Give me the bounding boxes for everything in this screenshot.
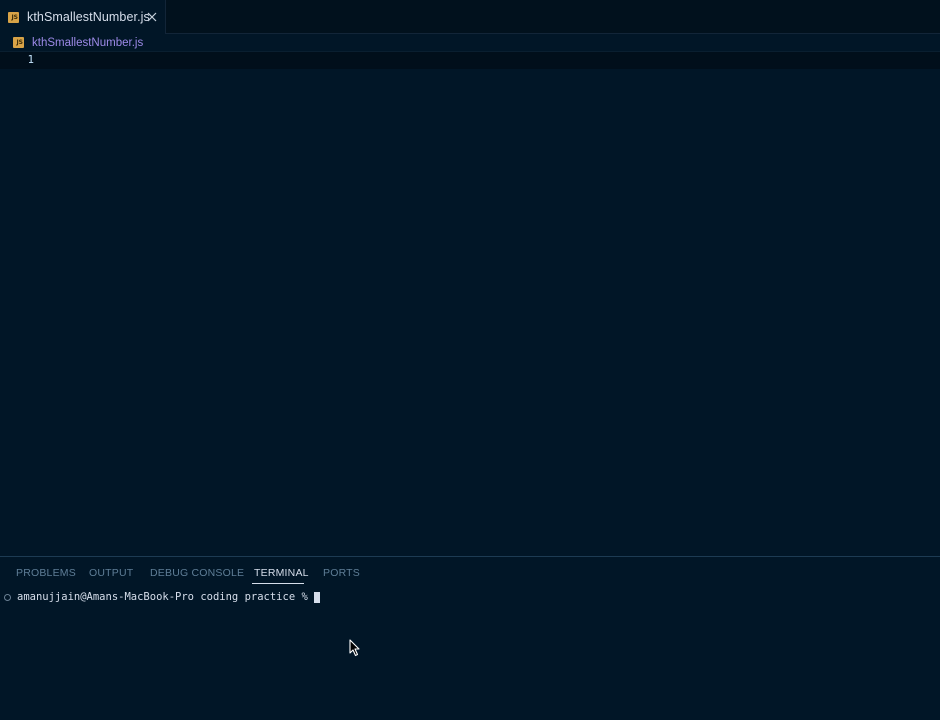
tab-ports[interactable]: PORTS bbox=[323, 567, 360, 579]
tab-terminal[interactable]: TERMINAL bbox=[254, 567, 309, 579]
current-line[interactable]: 1 bbox=[0, 52, 940, 69]
editor-tab-kthsmallestnumber[interactable]: JS kthSmallestNumber.js bbox=[0, 0, 166, 34]
close-icon[interactable] bbox=[145, 10, 159, 24]
terminal-prompt-line: amanujjain@Amans-MacBook-Pro coding prac… bbox=[4, 589, 320, 605]
tab-problems[interactable]: PROBLEMS bbox=[16, 567, 76, 579]
bottom-panel: PROBLEMS OUTPUT DEBUG CONSOLE TERMINAL P… bbox=[0, 556, 940, 720]
editor-tab-bar: JS kthSmallestNumber.js bbox=[0, 0, 940, 34]
javascript-file-icon: JS bbox=[8, 11, 19, 23]
breadcrumb: JS kthSmallestNumber.js bbox=[0, 34, 940, 52]
javascript-file-icon: JS bbox=[13, 37, 24, 48]
terminal-prompt: amanujjain@Amans-MacBook-Pro coding prac… bbox=[17, 591, 308, 603]
mouse-pointer-icon bbox=[349, 639, 360, 657]
command-status-icon bbox=[4, 593, 11, 601]
tab-debug-console[interactable]: DEBUG CONSOLE bbox=[150, 567, 244, 579]
line-number: 1 bbox=[27, 54, 34, 66]
active-tab-indicator bbox=[252, 583, 304, 584]
code-editor[interactable]: 1 bbox=[0, 52, 940, 556]
terminal-cursor bbox=[313, 591, 320, 603]
tab-output[interactable]: OUTPUT bbox=[89, 567, 133, 579]
panel-tabs: PROBLEMS OUTPUT DEBUG CONSOLE TERMINAL P… bbox=[0, 557, 940, 587]
breadcrumb-file[interactable]: kthSmallestNumber.js bbox=[32, 37, 143, 49]
terminal[interactable]: amanujjain@Amans-MacBook-Pro coding prac… bbox=[0, 589, 940, 709]
vscode-window: JS kthSmallestNumber.js JS kthSmallestNu… bbox=[0, 0, 940, 720]
tab-label: kthSmallestNumber.js bbox=[27, 10, 150, 24]
